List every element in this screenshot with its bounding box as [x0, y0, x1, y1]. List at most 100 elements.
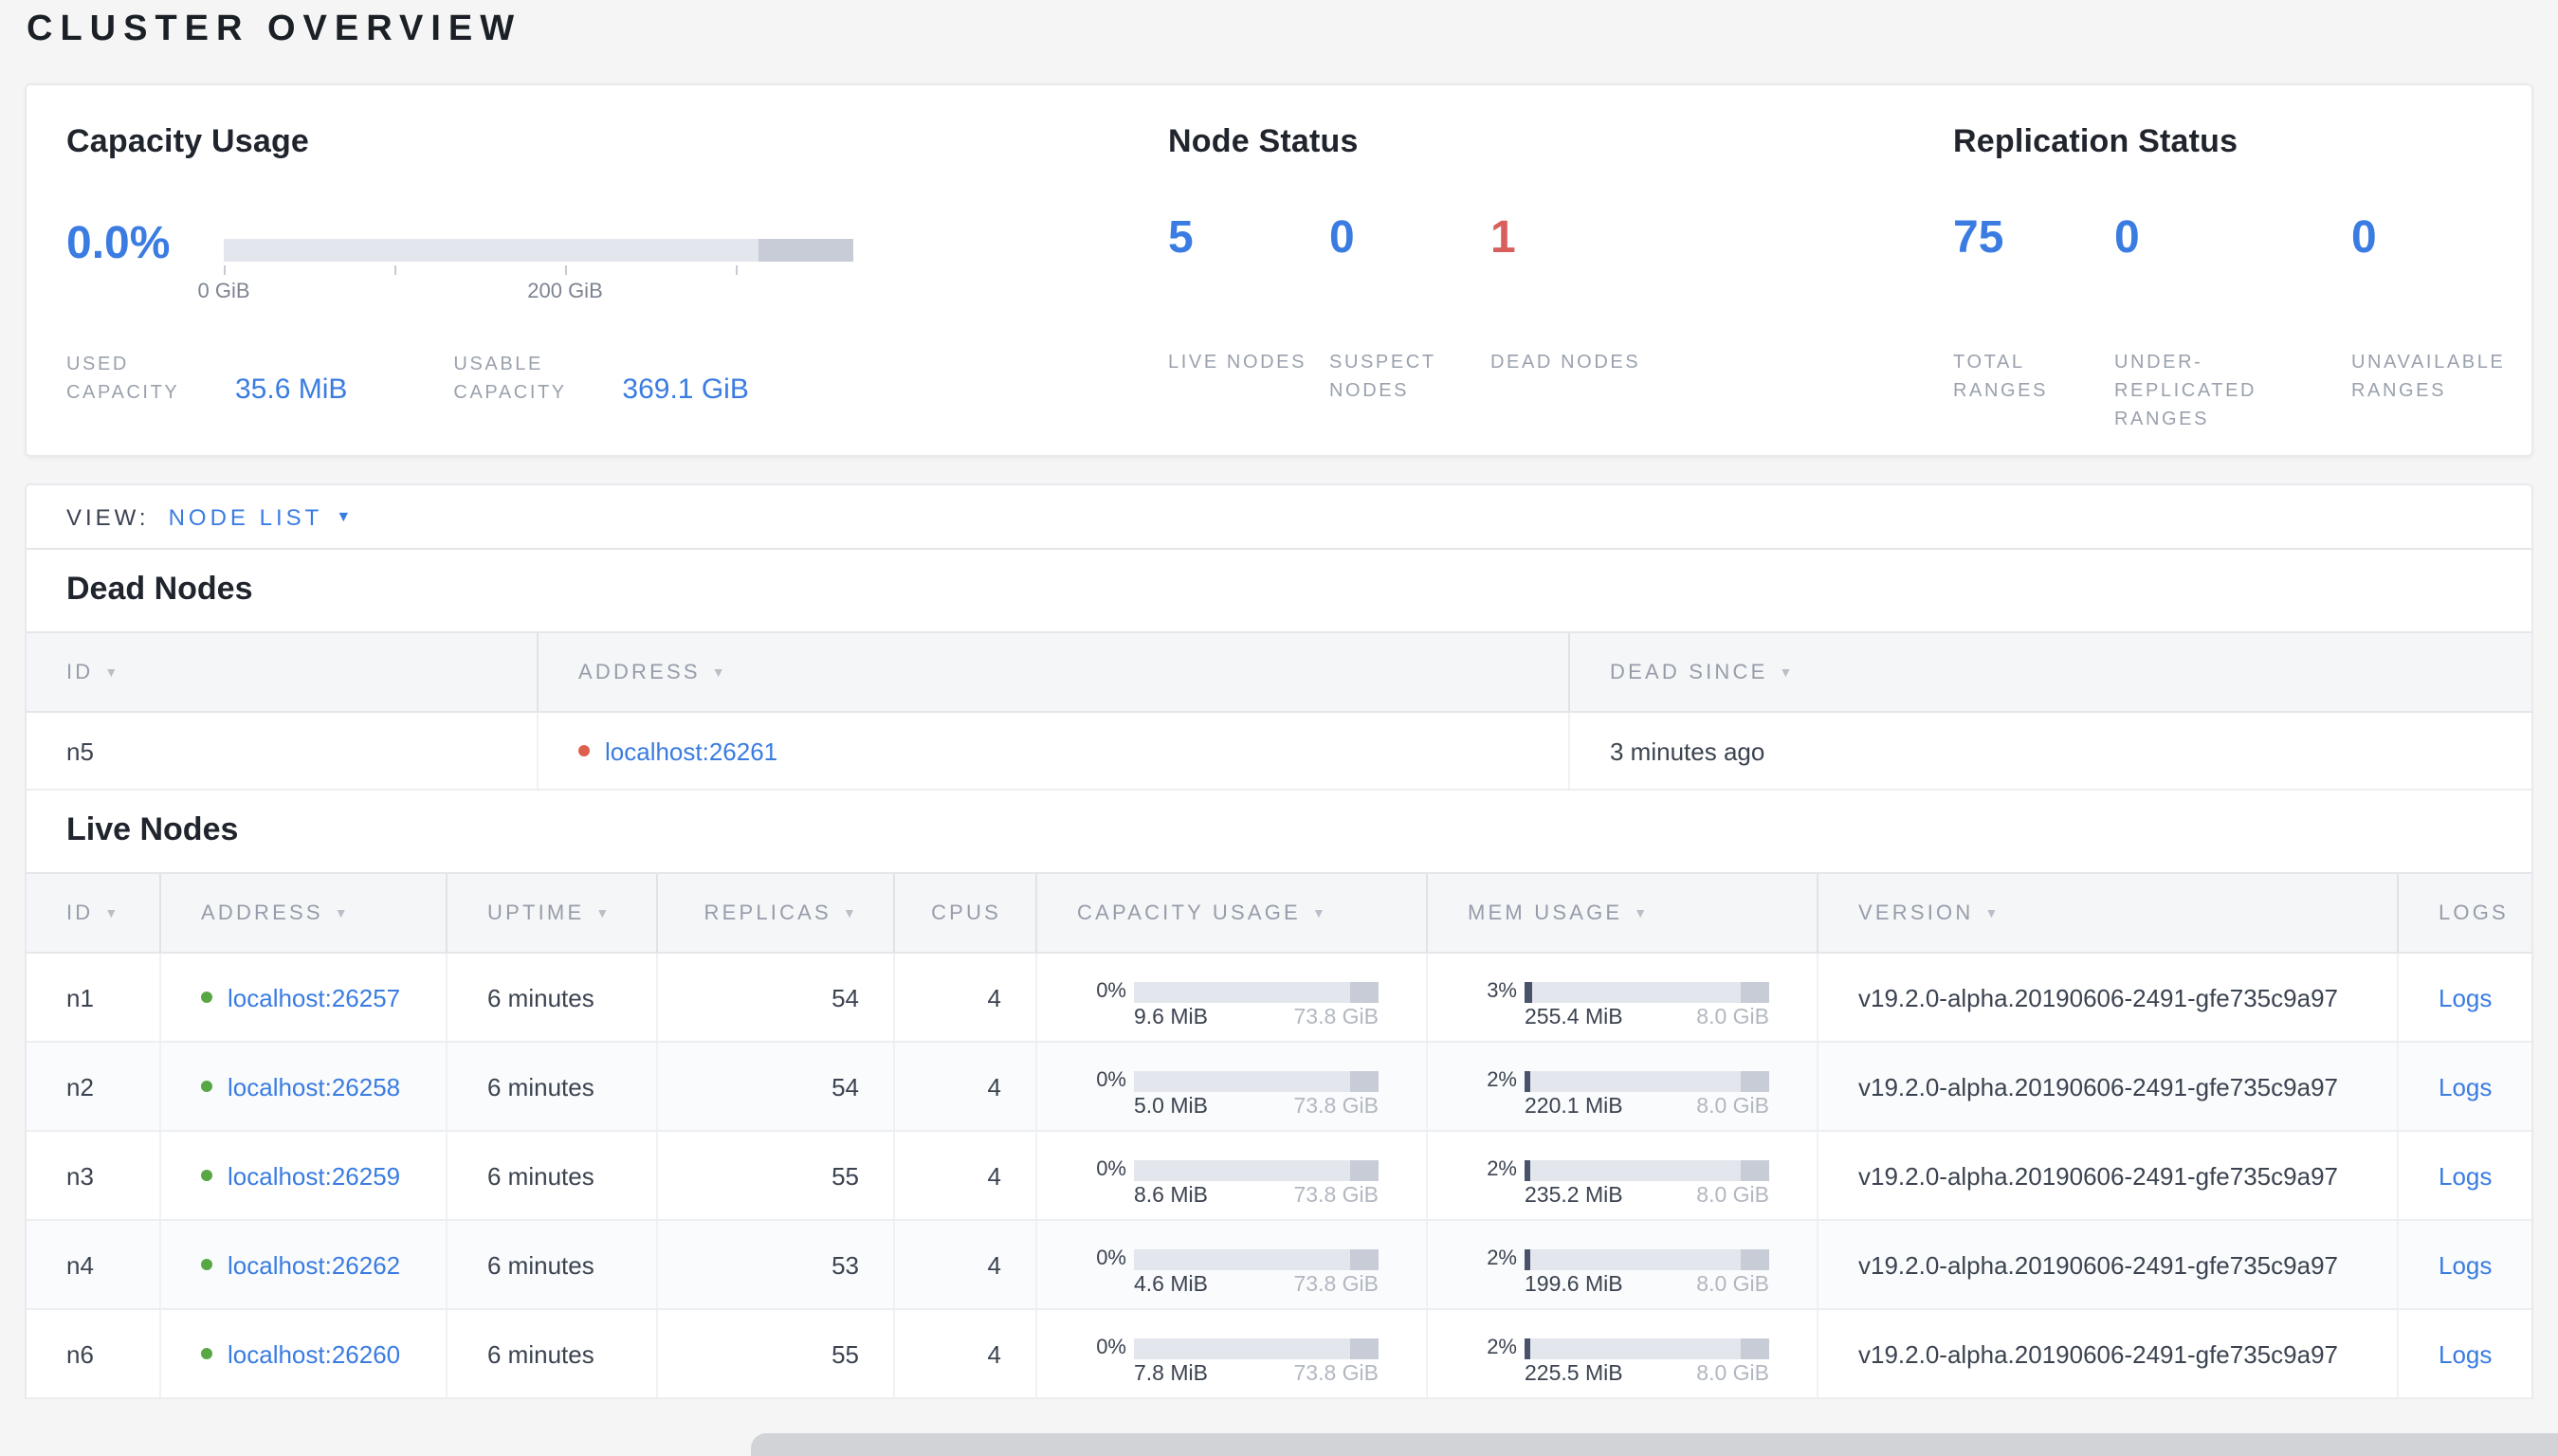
live-node-mem-usage-cell: 3% 255.4 MiB 8.0 GiB — [1428, 954, 1818, 1041]
mem-usage-widget: 2% 199.6 MiB 8.0 GiB — [1468, 1232, 1769, 1297]
live-node-row: n2 localhost:26258 6 minutes 54 4 0% 5.0… — [27, 1043, 2531, 1132]
live-node-mem-usage-cell: 2% 235.2 MiB 8.0 GiB — [1428, 1132, 1818, 1219]
live-col-address[interactable]: ADDRESS ▼ — [161, 874, 448, 952]
live-node-capacity-usage-cell: 0% 8.6 MiB 73.8 GiB — [1037, 1132, 1428, 1219]
capacity-bar-cap-segment — [1349, 1248, 1379, 1269]
logs-link[interactable]: Logs — [2439, 1250, 2492, 1279]
live-node-id: n4 — [27, 1221, 161, 1308]
view-selected-value: NODE LIST — [168, 503, 323, 530]
dead-status-dot-icon — [578, 745, 590, 756]
dead-node-address-cell: localhost:26261 — [539, 713, 1570, 789]
live-col-replicas[interactable]: REPLICAS ▼ — [658, 874, 895, 952]
live-node-address-link[interactable]: localhost:26257 — [228, 983, 400, 1011]
view-mode-dropdown[interactable]: NODE LIST ▼ — [169, 503, 352, 530]
live-node-address-link[interactable]: localhost:26259 — [228, 1161, 400, 1190]
capacity-usage-bar — [1134, 1338, 1379, 1358]
capacity-details: USED CAPACITY 35.6 MiB USABLE CAPACITY 3… — [66, 351, 749, 408]
used-capacity-label: USED CAPACITY — [66, 355, 180, 404]
capacity-bar-ticks — [224, 265, 853, 277]
node-status-stats: 5 LIVE NODES 0 SUSPECT NODES 1 DEAD NODE… — [1168, 210, 1652, 406]
view-label: VIEW: — [66, 503, 150, 530]
live-node-replicas: 55 — [658, 1310, 895, 1397]
live-node-row: n3 localhost:26259 6 minutes 55 4 0% 8.6… — [27, 1132, 2531, 1221]
live-node-logs-cell: Logs — [2399, 954, 2531, 1041]
mem-total-value: 8.0 GiB — [1696, 1363, 1769, 1386]
mem-total-value: 8.0 GiB — [1696, 1185, 1769, 1208]
capacity-bar-cap-segment — [1349, 1159, 1379, 1180]
live-nodes-stat: 5 LIVE NODES — [1168, 210, 1329, 406]
logs-link[interactable]: Logs — [2439, 1161, 2492, 1190]
live-col-version[interactable]: VERSION ▼ — [1818, 874, 2399, 952]
sort-caret-icon: ▼ — [1634, 907, 1651, 920]
capacity-usage-percent: 0% — [1096, 980, 1126, 1003]
live-col-uptime[interactable]: UPTIME ▼ — [448, 874, 658, 952]
live-node-uptime: 6 minutes — [448, 954, 658, 1041]
view-bar: VIEW: NODE LIST ▼ — [27, 485, 2531, 550]
live-node-address-link[interactable]: localhost:26260 — [228, 1339, 400, 1368]
live-node-version: v19.2.0-alpha.20190606-2491-gfe735c9a97 — [1818, 1221, 2399, 1308]
used-capacity-value: 35.6 MiB — [235, 373, 348, 405]
dead-node-id: n5 — [27, 713, 539, 789]
live-col-logs: LOGS — [2439, 901, 2509, 924]
mem-used-value: 199.6 MiB — [1525, 1274, 1623, 1297]
page-title: CLUSTER OVERVIEW — [27, 9, 522, 49]
live-node-row: n6 localhost:26260 6 minutes 55 4 0% 7.8… — [27, 1310, 2531, 1399]
live-node-address-link[interactable]: localhost:26258 — [228, 1072, 400, 1101]
sort-caret-icon: ▼ — [104, 907, 121, 920]
dead-node-dead-since: 3 minutes ago — [1610, 737, 1765, 765]
mem-usage-percent: 2% — [1487, 1247, 1517, 1270]
live-status-dot-icon — [201, 1259, 212, 1270]
capacity-usage-widget: 0% 7.8 MiB 73.8 GiB — [1077, 1321, 1379, 1386]
capacity-usage-widget: 0% 5.0 MiB 73.8 GiB — [1077, 1054, 1379, 1119]
capacity-percent: 0.0% — [66, 218, 171, 269]
dead-col-id[interactable]: ID ▼ — [27, 633, 539, 711]
logs-link[interactable]: Logs — [2439, 1339, 2492, 1368]
dead-col-address[interactable]: ADDRESS ▼ — [539, 633, 1570, 711]
dead-nodes-table-header: ID ▼ ADDRESS ▼ DEAD SINCE ▼ — [27, 631, 2531, 713]
live-node-cpus: 4 — [895, 1132, 1037, 1219]
node-status-heading: Node Status — [1168, 123, 1359, 159]
live-node-logs-cell: Logs — [2399, 1043, 2531, 1130]
live-col-mem-usage[interactable]: MEM USAGE ▼ — [1428, 874, 1818, 952]
live-node-address-link[interactable]: localhost:26262 — [228, 1250, 400, 1279]
live-status-dot-icon — [201, 1081, 212, 1092]
dead-node-address-link[interactable]: localhost:26261 — [605, 737, 777, 765]
sort-caret-icon: ▼ — [711, 666, 728, 680]
live-node-replicas: 54 — [658, 954, 895, 1041]
mem-bar-cap-segment — [1740, 1248, 1769, 1269]
live-node-capacity-usage-cell: 0% 7.8 MiB 73.8 GiB — [1037, 1310, 1428, 1397]
live-nodes-table-header: ID ▼ ADDRESS ▼ UPTIME ▼ REPLICAS ▼ CPUS — [27, 872, 2531, 954]
mem-bar-cap-segment — [1740, 1338, 1769, 1358]
total-ranges-count: 75 — [1953, 212, 2004, 264]
dead-col-dead-since[interactable]: DEAD SINCE ▼ — [1570, 633, 2531, 711]
sort-caret-icon: ▼ — [842, 907, 859, 920]
live-col-id[interactable]: ID ▼ — [27, 874, 161, 952]
mem-total-value: 8.0 GiB — [1696, 1007, 1769, 1029]
total-ranges-stat: 75 TOTAL RANGES — [1953, 210, 2114, 434]
capacity-tick-label-0: 0 GiB — [197, 281, 250, 303]
mem-used-value: 255.4 MiB — [1525, 1007, 1623, 1029]
mem-usage-bar — [1525, 1070, 1769, 1091]
live-node-uptime: 6 minutes — [448, 1221, 658, 1308]
live-node-replicas: 53 — [658, 1221, 895, 1308]
live-node-mem-usage-cell: 2% 225.5 MiB 8.0 GiB — [1428, 1310, 1818, 1397]
capacity-used-value: 7.8 MiB — [1134, 1363, 1208, 1386]
suspect-nodes-label: SUSPECT NODES — [1329, 353, 1436, 402]
dead-node-row: n5 localhost:26261 3 minutes ago — [27, 713, 2531, 791]
live-node-uptime: 6 minutes — [448, 1043, 658, 1130]
logs-link[interactable]: Logs — [2439, 1072, 2492, 1101]
mem-bar-cap-segment — [1740, 1070, 1769, 1091]
sort-caret-icon: ▼ — [595, 907, 612, 920]
live-col-cpus[interactable]: CPUS — [895, 874, 1037, 952]
live-node-address-cell: localhost:26258 — [161, 1043, 448, 1130]
live-node-uptime: 6 minutes — [448, 1310, 658, 1397]
dead-nodes-heading: Dead Nodes — [66, 571, 253, 607]
live-node-capacity-usage-cell: 0% 4.6 MiB 73.8 GiB — [1037, 1221, 1428, 1308]
logs-link[interactable]: Logs — [2439, 983, 2492, 1011]
unavailable-ranges-label: UNAVAILABLE RANGES — [2351, 353, 2506, 402]
chevron-down-icon: ▼ — [336, 508, 352, 525]
live-node-version: v19.2.0-alpha.20190606-2491-gfe735c9a97 — [1818, 1310, 2399, 1397]
live-col-capacity-usage[interactable]: CAPACITY USAGE ▼ — [1037, 874, 1428, 952]
live-node-cpus: 4 — [895, 954, 1037, 1041]
dead-nodes-stat: 1 DEAD NODES — [1490, 210, 1652, 406]
